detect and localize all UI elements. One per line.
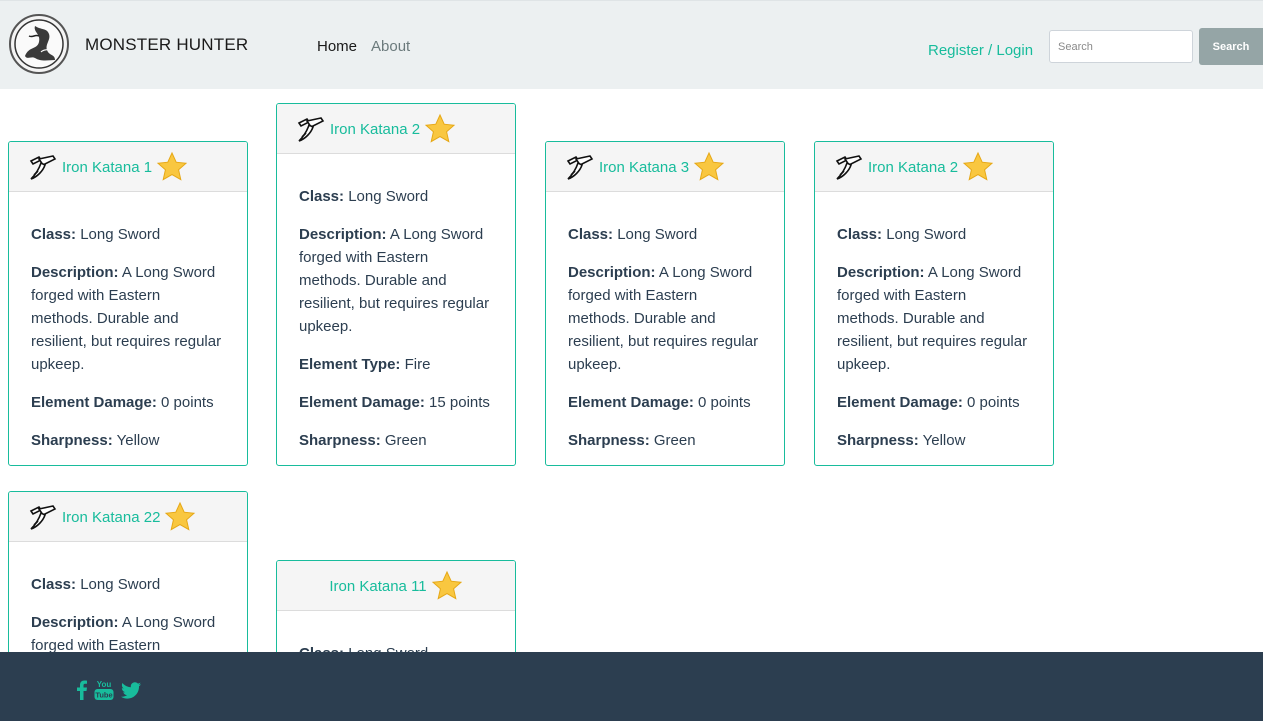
sharpness-field: Sharpness: Green bbox=[299, 429, 493, 452]
sharpness-field: Sharpness: Green bbox=[568, 429, 762, 452]
weapon-card: Iron Katana 2 Class: Long Sword Descript… bbox=[814, 141, 1054, 466]
description-field: Description: A Long Sword forged with Ea… bbox=[31, 261, 225, 376]
nav-link-home[interactable]: Home bbox=[317, 38, 357, 55]
search-input[interactable] bbox=[1049, 30, 1193, 63]
card-header: Iron Katana 22 bbox=[9, 492, 247, 542]
element-type-field: Element Type: Fire bbox=[299, 353, 493, 376]
katana-icon bbox=[835, 155, 863, 180]
card-header: Iron Katana 2 bbox=[277, 104, 515, 154]
facebook-icon[interactable] bbox=[71, 679, 93, 701]
sharpness-label: Sharpness: bbox=[837, 432, 919, 449]
class-label: Class: bbox=[31, 576, 77, 593]
card-header: Iron Katana 3 bbox=[546, 142, 784, 192]
element-damage-field: Element Damage: 0 points bbox=[31, 391, 225, 414]
weapon-card: Iron Katana 1 Class: Long Sword Descript… bbox=[8, 141, 248, 466]
card-body: Class: Long Sword Description: A Long Sw… bbox=[815, 192, 1053, 452]
search-button[interactable]: Search bbox=[1199, 28, 1263, 65]
description-label: Description: bbox=[299, 226, 387, 243]
description-label: Description: bbox=[31, 614, 119, 631]
class-label: Class: bbox=[299, 188, 345, 205]
element-damage-value: 0 points bbox=[967, 394, 1020, 411]
class-label: Class: bbox=[568, 226, 614, 243]
element-damage-value: 15 points bbox=[429, 394, 490, 411]
katana-icon bbox=[566, 155, 594, 180]
weapon-card: Iron Katana 2 Class: Long Sword Descript… bbox=[276, 103, 516, 466]
youtube-icon[interactable]: You Tube bbox=[93, 679, 115, 701]
class-value: Long Sword bbox=[886, 226, 967, 243]
element-damage-label: Element Damage: bbox=[568, 394, 694, 411]
element-type-value: Fire bbox=[404, 356, 431, 373]
navbar: MONSTER HUNTER Home About Register / Log… bbox=[0, 0, 1263, 89]
card-title[interactable]: Iron Katana 3 bbox=[599, 159, 689, 176]
card-title[interactable]: Iron Katana 22 bbox=[62, 509, 160, 526]
element-damage-value: 0 points bbox=[161, 394, 214, 411]
class-field: Class: Long Sword bbox=[299, 185, 493, 208]
sharpness-label: Sharpness: bbox=[31, 432, 113, 449]
class-value: Long Sword bbox=[80, 576, 161, 593]
class-label: Class: bbox=[837, 226, 883, 243]
description-field: Description: A Long Sword forged with Ea… bbox=[837, 261, 1031, 376]
card-body: Class: Long Sword Description: A Long Sw… bbox=[277, 154, 515, 452]
class-field: Class: Long Sword bbox=[31, 223, 225, 246]
sharpness-value: Yellow bbox=[922, 432, 966, 449]
class-value: Long Sword bbox=[617, 226, 698, 243]
brand-title[interactable]: MONSTER HUNTER bbox=[85, 35, 248, 55]
sharpness-label: Sharpness: bbox=[299, 432, 381, 449]
sharpness-value: Green bbox=[653, 432, 696, 449]
weapon-card: Iron Katana 3 Class: Long Sword Descript… bbox=[545, 141, 785, 466]
star-icon[interactable] bbox=[156, 151, 188, 183]
star-icon[interactable] bbox=[693, 151, 725, 183]
class-value: Long Sword bbox=[80, 226, 161, 243]
svg-text:Tube: Tube bbox=[95, 691, 112, 700]
description-field: Description: A Long Sword forged with Ea… bbox=[568, 261, 762, 376]
register-login-link[interactable]: Register / Login bbox=[928, 42, 1033, 59]
class-label: Class: bbox=[31, 226, 77, 243]
star-icon[interactable] bbox=[431, 570, 463, 602]
sharpness-value: Yellow bbox=[116, 432, 160, 449]
card-title[interactable]: Iron Katana 2 bbox=[868, 159, 958, 176]
card-title[interactable]: Iron Katana 2 bbox=[330, 121, 420, 138]
sharpness-field: Sharpness: Yellow bbox=[31, 429, 225, 452]
card-title[interactable]: Iron Katana 11 bbox=[329, 578, 426, 595]
katana-icon bbox=[29, 505, 57, 530]
svg-text:You: You bbox=[97, 680, 112, 689]
card-title[interactable]: Iron Katana 1 bbox=[62, 159, 152, 176]
element-damage-field: Element Damage: 0 points bbox=[837, 391, 1031, 414]
card-header: Iron Katana 2 bbox=[815, 142, 1053, 192]
katana-icon bbox=[297, 117, 325, 142]
sharpness-label: Sharpness: bbox=[568, 432, 650, 449]
description-field: Description: A Long Sword forged with Ea… bbox=[299, 223, 493, 338]
element-damage-label: Element Damage: bbox=[837, 394, 963, 411]
twitter-icon[interactable] bbox=[120, 679, 142, 701]
star-icon[interactable] bbox=[164, 501, 196, 533]
footer bbox=[0, 652, 1263, 721]
description-label: Description: bbox=[837, 264, 925, 281]
katana-icon bbox=[29, 155, 57, 180]
element-damage-field: Element Damage: 15 points bbox=[299, 391, 493, 414]
element-damage-value: 0 points bbox=[698, 394, 751, 411]
star-icon[interactable] bbox=[424, 113, 456, 145]
nav-link-about[interactable]: About bbox=[371, 38, 410, 55]
class-field: Class: Long Sword bbox=[568, 223, 762, 246]
card-header: Iron Katana 11 bbox=[277, 561, 515, 611]
element-damage-field: Element Damage: 0 points bbox=[568, 391, 762, 414]
description-label: Description: bbox=[568, 264, 656, 281]
dragon-logo-icon[interactable] bbox=[9, 14, 69, 74]
star-icon[interactable] bbox=[962, 151, 994, 183]
card-body: Class: Long Sword Description: A Long Sw… bbox=[546, 192, 784, 452]
card-body: Class: Long Sword Description: A Long Sw… bbox=[9, 192, 247, 452]
class-field: Class: Long Sword bbox=[31, 573, 225, 596]
class-field: Class: Long Sword bbox=[837, 223, 1031, 246]
element-type-label: Element Type: bbox=[299, 356, 401, 373]
sharpness-value: Green bbox=[384, 432, 427, 449]
sharpness-field: Sharpness: Yellow bbox=[837, 429, 1031, 452]
card-header: Iron Katana 1 bbox=[9, 142, 247, 192]
element-damage-label: Element Damage: bbox=[299, 394, 425, 411]
class-value: Long Sword bbox=[348, 188, 429, 205]
element-damage-label: Element Damage: bbox=[31, 394, 157, 411]
description-label: Description: bbox=[31, 264, 119, 281]
